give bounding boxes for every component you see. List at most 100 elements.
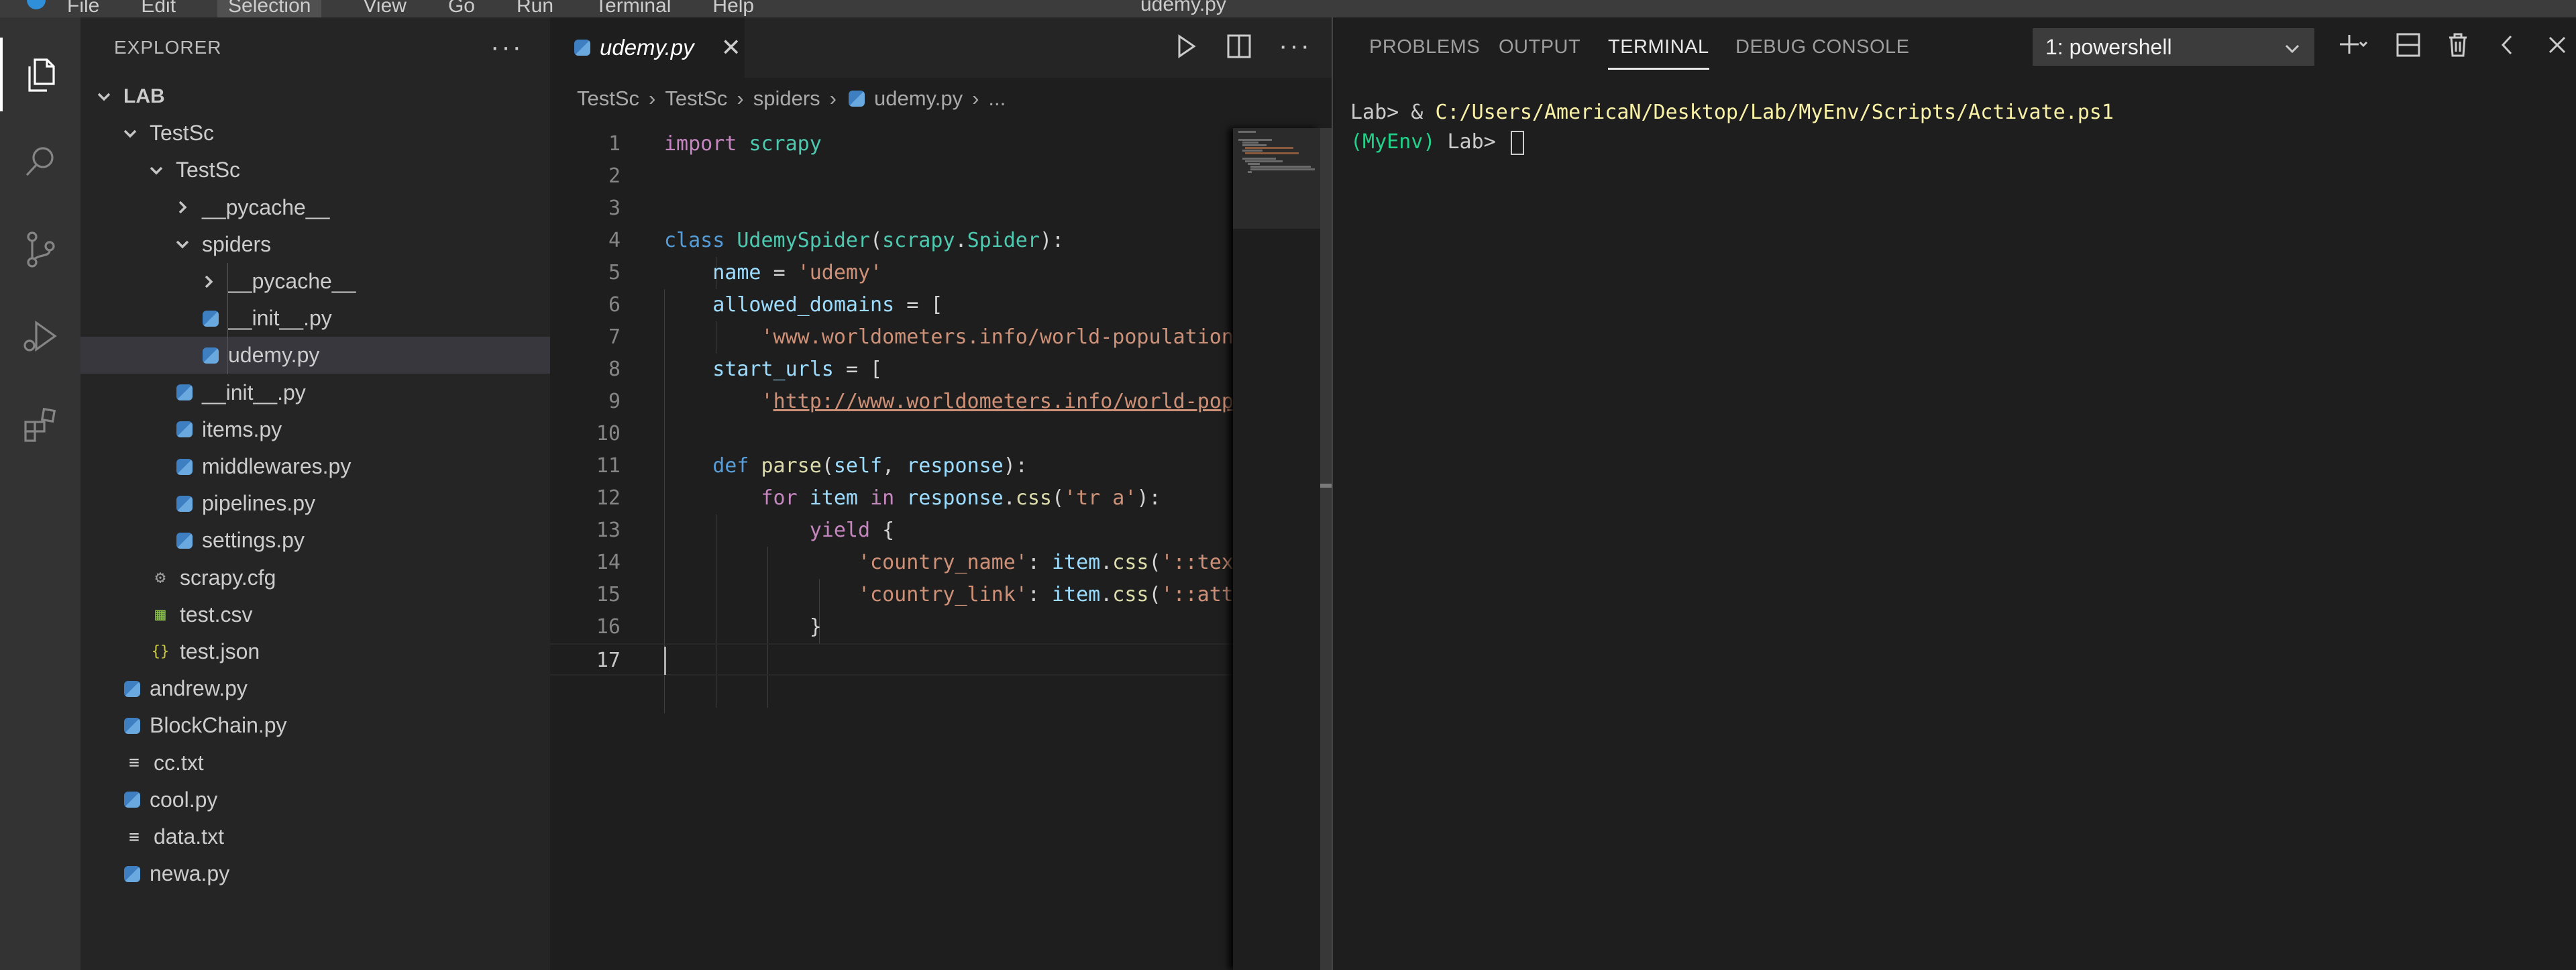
line-number: 6 [608,293,621,317]
code-text: for item in response.css('tr a'): [761,486,1161,510]
tree-folder[interactable]: TestSc [80,115,550,152]
tree-folder[interactable]: TestSc [80,152,550,188]
code-line: 5 name = 'udemy' [550,257,1233,289]
chevron-left-icon[interactable] [2493,31,2522,59]
minimap-line [1242,142,1258,144]
tree-folder[interactable]: LAB [80,78,550,115]
line-number: 12 [596,486,621,510]
editor-more-icon[interactable]: ··· [1279,31,1311,61]
breadcrumb-item[interactable]: TestSc [665,87,727,111]
breadcrumb: TestSc › TestSc › spiders › udemy.py › .… [577,79,1006,118]
explorer-title: EXPLORER [114,37,222,58]
line-number: 10 [596,422,621,445]
split-editor-icon[interactable] [1225,32,1253,60]
tree-file[interactable]: pipelines.py [80,485,550,522]
tree-file[interactable]: __init__.py [80,374,550,411]
tree-file[interactable]: __init__.py [80,300,550,337]
run-debug-icon [23,320,57,352]
source-control-icon [27,231,55,268]
breadcrumb-item[interactable]: ... [988,87,1006,111]
tree-file[interactable]: ▦ test.csv [80,596,550,633]
run-debug-button[interactable] [0,299,80,373]
tree-item-label: newa.py [150,861,230,886]
tree-file[interactable]: middlewares.py [80,448,550,485]
minimap-line [1242,150,1263,152]
tree-item-label: udemy.py [228,343,320,368]
terminal-line: (MyEnv) Lab> [1350,127,2114,157]
python-file-icon [176,532,193,549]
editor-scrollbar[interactable] [1320,128,1332,970]
menu-selection[interactable]: Selection [217,0,322,17]
code-line: 12 for item in response.css('tr a'): [550,482,1233,515]
tree-folder[interactable]: __pycache__ [80,263,550,300]
tree-file[interactable]: newa.py [80,855,550,892]
run-file-icon[interactable] [1171,32,1199,60]
menu-view[interactable]: View [363,0,406,17]
code-text: 'country_name': item.css('::text').get()… [857,551,1233,574]
close-tab-icon[interactable]: ✕ [721,34,741,62]
tree-folder[interactable]: __pycache__ [80,189,550,226]
tree-file[interactable]: ≡ cc.txt [80,745,550,782]
extensions-button[interactable] [0,386,80,460]
tab-output[interactable]: OUTPUT [1499,36,1580,70]
breadcrumb-item[interactable]: TestSc [577,87,639,111]
minimap-line [1245,160,1283,162]
tree-folder[interactable]: spiders [80,226,550,263]
tree-file[interactable]: cool.py [80,782,550,818]
tree-file[interactable]: {} test.json [80,633,550,670]
code-line: 15 'country_link': item.css('::attr(href… [550,579,1233,611]
menu-terminal[interactable]: Terminal [595,0,671,17]
tree-indent-guide [227,263,228,374]
files-icon [28,58,55,92]
trash-icon[interactable] [2444,31,2472,59]
terminal-env: (MyEnv) [1350,130,1436,154]
terminal-output[interactable]: Lab> & C:/Users/AmericaN/Desktop/Lab/MyE… [1350,98,2114,157]
minimap-line [1238,131,1256,133]
source-control-button[interactable] [0,212,80,286]
menu-edit[interactable]: Edit [141,0,176,17]
terminal-select[interactable]: 1: powershell [2033,28,2314,66]
explorer-button[interactable] [0,38,80,111]
editor-group: udemy.py ✕ ··· TestSc › TestSc › spiders… [550,17,1332,970]
editor-tab-bar: udemy.py ✕ ··· [550,17,1332,78]
tab-problems[interactable]: PROBLEMS [1369,36,1480,70]
tree-item-label: spiders [202,231,272,256]
tab-udemy-py[interactable]: udemy.py ✕ [550,17,745,78]
line-number: 2 [608,164,621,188]
close-panel-icon[interactable] [2543,31,2571,59]
breadcrumb-item[interactable]: udemy.py [874,87,963,111]
tree-file[interactable]: items.py [80,411,550,448]
tree-item-label: cc.txt [154,750,204,775]
minimap-line [1245,152,1299,154]
tree-file[interactable]: udemy.py [80,337,550,374]
scrollbar-thumb[interactable] [1320,128,1332,970]
menu-go[interactable]: Go [448,0,475,17]
terminal-cursor [1510,130,1524,155]
split-terminal-icon[interactable] [2394,31,2422,59]
minimap-line [1250,168,1315,170]
code-text: import scrapy [664,132,822,156]
tree-item-label: middlewares.py [202,454,352,478]
code-text: class UdemySpider(scrapy.Spider): [664,229,1065,252]
text-file-icon: ≡ [129,753,140,773]
code-editor[interactable]: 1 import scrapy 2 3 4 class UdemySpider(sc… [550,128,1233,970]
minimap[interactable] [1233,128,1320,970]
tree-item-label: LAB [123,85,165,107]
tree-file[interactable]: ≡ data.txt [80,818,550,855]
tree-item-label: test.json [180,639,260,663]
tree-file[interactable]: andrew.py [80,670,550,707]
code-text: yield { [809,519,895,542]
menu-help[interactable]: Help [712,0,754,17]
tab-terminal[interactable]: TERMINAL [1608,36,1709,70]
tab-debug-console[interactable]: DEBUG CONSOLE [1735,36,1910,70]
new-terminal-icon[interactable] [2332,31,2373,59]
code-line-current: 17 [550,643,1233,676]
tree-file[interactable]: settings.py [80,522,550,559]
tree-file[interactable]: BlockChain.py [80,707,550,744]
menu-file[interactable]: File [67,0,99,17]
breadcrumb-item[interactable]: spiders [753,87,820,111]
more-actions-icon[interactable]: ··· [490,32,523,62]
search-button[interactable] [0,125,80,199]
tree-file[interactable]: ⚙ scrapy.cfg [80,559,550,596]
menu-run[interactable]: Run [517,0,553,17]
